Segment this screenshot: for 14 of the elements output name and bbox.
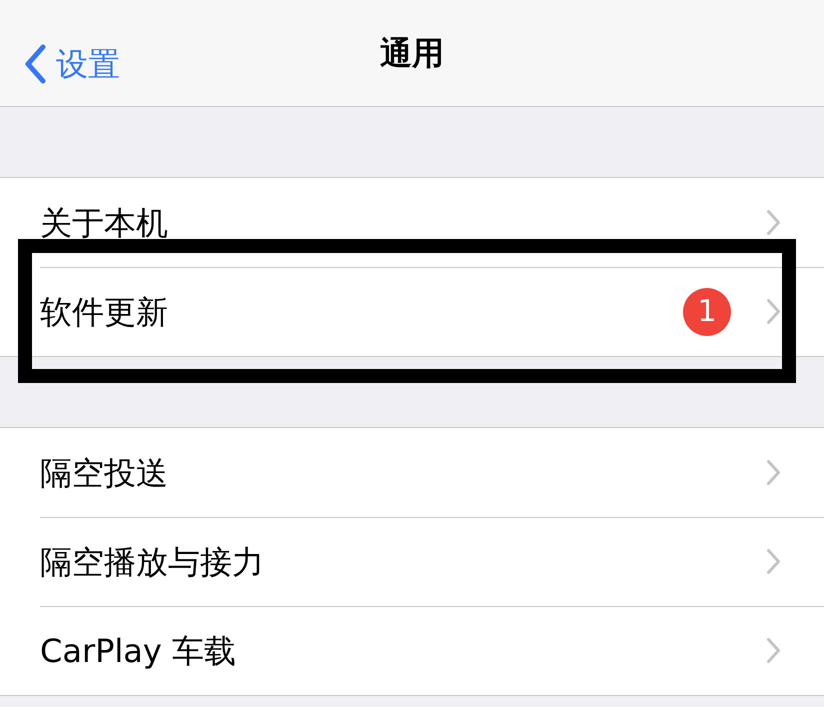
- row-label[interactable]: 关于本机: [40, 198, 767, 246]
- chevron-icon: [767, 549, 780, 574]
- back-chevron-icon: [24, 44, 46, 84]
- row-label[interactable]: CarPlay 车载: [40, 626, 767, 674]
- chevron-icon: [767, 460, 780, 485]
- notification-badge: 1: [683, 288, 731, 336]
- chevron-icon: [767, 299, 780, 324]
- row-label[interactable]: 软件更新: [40, 288, 683, 336]
- row-label[interactable]: 隔空投送: [40, 448, 767, 496]
- row-label[interactable]: 隔空播放与接力: [40, 538, 767, 586]
- back-button[interactable]: 设置: [24, 40, 120, 88]
- chevron-icon: [767, 638, 780, 663]
- page-title: 通用: [380, 33, 444, 74]
- chevron-icon: [767, 210, 780, 235]
